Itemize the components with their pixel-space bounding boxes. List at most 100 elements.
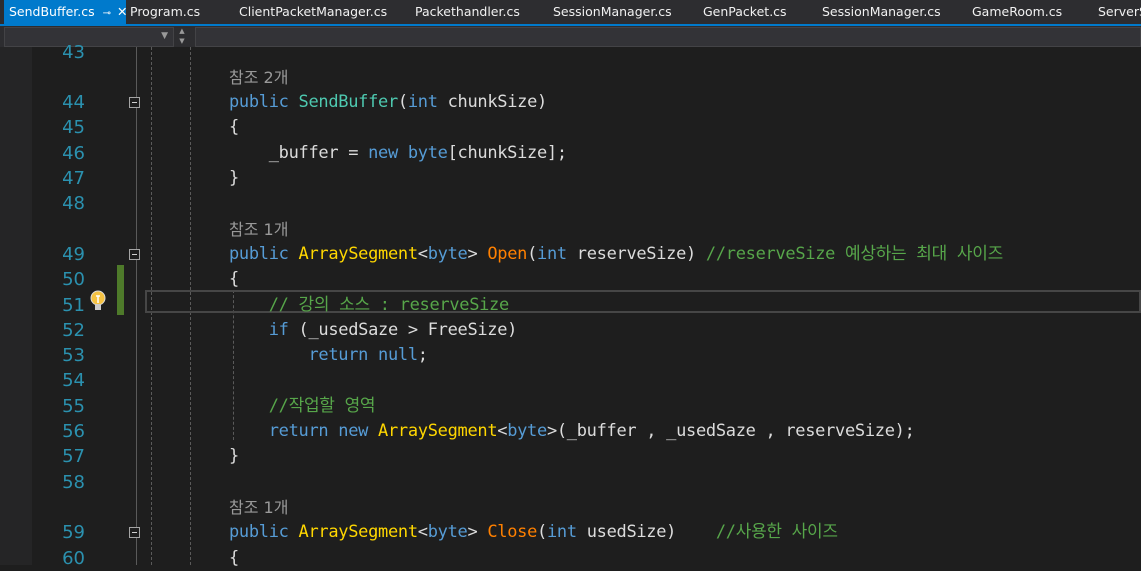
- token: (: [537, 522, 547, 543]
- tab-2[interactable]: ClientPacketManager.cs: [239, 0, 387, 24]
- line-number: 58: [62, 471, 85, 493]
- code-line: 56 return new ArraySegment<byte>(_buffer…: [0, 419, 1141, 444]
- line-number: 46: [62, 142, 85, 164]
- token: int: [546, 522, 587, 543]
- reference-count[interactable]: 참조 1개: [229, 495, 288, 520]
- token: int: [407, 92, 448, 113]
- token: <: [417, 243, 428, 264]
- token: }: [229, 446, 239, 467]
- tab-label: SessionManager.cs: [822, 4, 941, 19]
- tab-label: SessionManager.cs: [553, 4, 672, 19]
- token: Open: [487, 243, 528, 264]
- code-text: {: [229, 546, 239, 571]
- line-number: 54: [62, 370, 85, 392]
- collapse-icon[interactable]: [129, 97, 140, 109]
- close-icon[interactable]: ✕: [117, 4, 127, 19]
- token: ArraySegment: [298, 243, 419, 264]
- tab-label: ClientPacketManager.cs: [239, 4, 388, 19]
- token: }: [229, 168, 239, 188]
- token: <: [497, 421, 508, 441]
- tab-4[interactable]: SessionManager.cs: [553, 0, 672, 24]
- code-line: 43: [0, 40, 1141, 65]
- tab-8[interactable]: ServerSe: [1098, 0, 1141, 24]
- code-line: 57}: [0, 444, 1141, 469]
- codelens-references[interactable]: 참조 1개: [0, 217, 1141, 242]
- line-number: 45: [62, 117, 85, 139]
- token: //사용한 사이즈: [715, 522, 838, 543]
- token: new byte: [368, 142, 448, 163]
- token: (: [397, 92, 408, 113]
- line-number: 53: [62, 345, 85, 367]
- tab-7[interactable]: GameRoom.cs: [972, 0, 1062, 24]
- token: //reserveSize 예상하는 최대 사이즈: [705, 243, 1003, 264]
- tab-label: Program.cs: [130, 4, 201, 19]
- line-number: 49: [62, 243, 85, 265]
- code-line: 49 public ArraySegment<byte> Open(int res…: [0, 242, 1141, 267]
- tab-5[interactable]: GenPacket.cs: [703, 0, 787, 24]
- code-line: 53 return null;: [0, 343, 1141, 368]
- tab-0[interactable]: SendBuffer.cs ⊸ ✕: [4, 0, 128, 24]
- token: ArraySegment: [378, 421, 498, 441]
- code-text: public ArraySegment<byte> Close(int used…: [229, 520, 838, 545]
- code-text: {: [229, 267, 239, 292]
- code-text: _buffer = new byte[chunkSize];: [229, 141, 567, 166]
- tab-3[interactable]: Packethandler.cs: [415, 0, 520, 24]
- line-number: 50: [62, 269, 85, 291]
- code-text: return new ArraySegment<byte>(_buffer , …: [229, 419, 915, 444]
- reference-count[interactable]: 참조 1개: [229, 217, 288, 242]
- code-text: {: [229, 115, 239, 140]
- token: <: [417, 522, 428, 543]
- code-text: public ArraySegment<byte> Open(int reser…: [229, 242, 1003, 267]
- token: >(_buffer , _usedSaze , reserveSize);: [546, 421, 915, 441]
- line-number: 51: [62, 294, 85, 316]
- code-text: return null;: [229, 343, 428, 368]
- token: Close: [487, 522, 538, 543]
- tab-label: GenPacket.cs: [703, 4, 787, 19]
- chevron-up-icon[interactable]: ▲: [175, 26, 189, 36]
- collapse-icon[interactable]: [129, 527, 140, 539]
- reference-count[interactable]: 참조 2개: [229, 65, 288, 90]
- code-text: //작업할 영역: [229, 394, 376, 419]
- tab-6[interactable]: SessionManager.cs: [822, 0, 941, 24]
- line-number: 59: [62, 522, 85, 544]
- codelens-references[interactable]: 참조 2개: [0, 65, 1141, 90]
- code-line: 50 {: [0, 267, 1141, 292]
- token: // 강의 소스 : reserveSize: [229, 294, 510, 315]
- code-line: 54: [0, 368, 1141, 393]
- token: (: [527, 243, 538, 264]
- token: (_usedSaze > FreeSize): [298, 319, 518, 340]
- code-text: public SendBuffer(int chunkSize): [229, 90, 547, 115]
- token: int: [537, 243, 577, 264]
- token: >: [467, 243, 488, 264]
- pin-icon[interactable]: ⊸: [103, 8, 111, 19]
- line-number: 47: [62, 168, 85, 189]
- codelens-references[interactable]: 참조 1개: [0, 495, 1141, 520]
- code-line: 44 public SendBuffer(int chunkSize): [0, 90, 1141, 115]
- code-line: 48: [0, 191, 1141, 216]
- code-text: if (_usedSaze > FreeSize): [229, 318, 518, 343]
- code-text: }: [229, 166, 239, 191]
- token: chunkSize): [447, 92, 548, 113]
- line-number: 57: [62, 446, 85, 468]
- token: ;: [417, 345, 428, 366]
- token: //작업할 영역: [229, 395, 376, 416]
- collapse-icon[interactable]: [129, 248, 140, 260]
- code-line: 58: [0, 470, 1141, 495]
- token: public: [229, 243, 299, 264]
- tab-label: Packethandler.cs: [415, 4, 520, 19]
- token: {: [229, 117, 239, 138]
- line-number: 44: [62, 92, 85, 114]
- tab-bar: SendBuffer.cs ⊸ ✕ Program.cs ClientPacketMan…: [0, 0, 1141, 26]
- token: [chunkSize];: [447, 142, 568, 163]
- tab-1[interactable]: Program.cs: [130, 0, 200, 24]
- token: if: [229, 319, 299, 340]
- token: _buffer =: [229, 142, 369, 163]
- code-line: 45 {: [0, 115, 1141, 140]
- token: SendBuffer: [298, 92, 399, 113]
- token: ArraySegment: [298, 522, 419, 543]
- code-line: 47}: [0, 166, 1141, 191]
- token: usedSize): [586, 522, 716, 543]
- line-number: 56: [62, 421, 85, 442]
- line-number: 52: [62, 319, 85, 341]
- line-number: 48: [62, 193, 85, 215]
